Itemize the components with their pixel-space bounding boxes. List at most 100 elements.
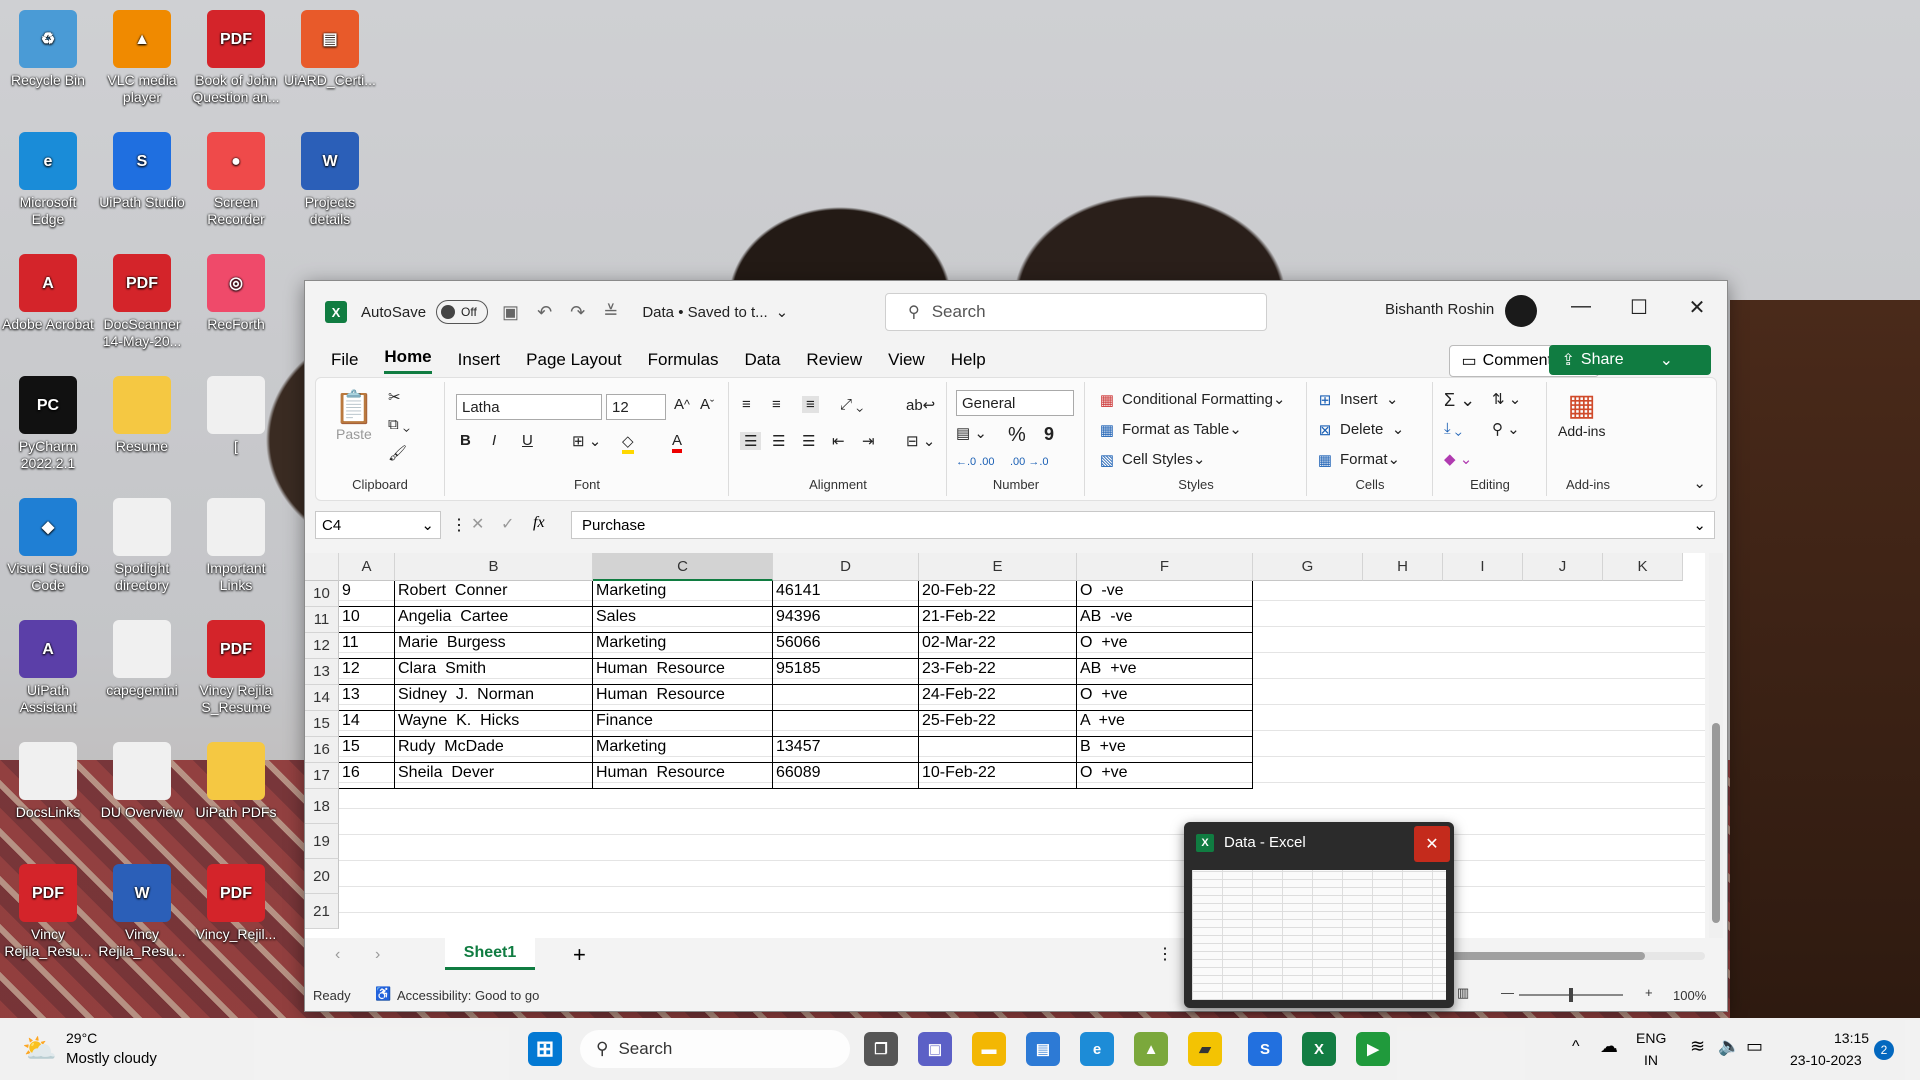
excel-taskbar-icon[interactable]: X [1302, 1032, 1336, 1066]
align-center-icon[interactable]: ☰ [772, 432, 785, 450]
addins-button[interactable]: ▦ Add-ins [1558, 388, 1605, 439]
format-painter-icon[interactable]: 🖌 [388, 444, 407, 462]
spreadsheet-grid[interactable]: A B C D E F G H I J K 10 9 Robert Conner Marketing 4614… [305, 553, 1705, 938]
desktop-icon[interactable]: e Microsoft Edge [2, 132, 94, 228]
start-icon[interactable]: ⊞ [528, 1032, 562, 1066]
undo-icon[interactable]: ↶ [537, 302, 552, 323]
language-bottom[interactable]: IN [1644, 1052, 1658, 1068]
paste-button[interactable]: 📋 Paste [334, 388, 374, 442]
decrease-decimal-button[interactable]: .00 →.0 [1010, 456, 1049, 468]
avatar[interactable] [1505, 295, 1537, 327]
table-cell[interactable] [773, 711, 919, 737]
table-cell[interactable]: 10-Feb-22 [919, 763, 1077, 789]
teams-icon[interactable]: ▣ [918, 1032, 952, 1066]
decrease-font-icon[interactable]: Aˇ [700, 396, 714, 413]
column-header[interactable]: D [773, 553, 919, 581]
show-hidden-icons[interactable]: ^ [1572, 1038, 1580, 1056]
table-cell[interactable]: 20-Feb-22 [919, 581, 1077, 607]
format-cells-button[interactable]: ▦ Format ⌄ [1316, 450, 1400, 470]
align-right-icon[interactable]: ☰ [802, 432, 815, 450]
format-as-table-button[interactable]: ▦ Format as Table ⌄ [1098, 420, 1242, 440]
percent-button[interactable]: % [1008, 424, 1026, 447]
desktop-icon[interactable]: [ [190, 376, 282, 455]
minimize-icon[interactable]: — [1561, 295, 1601, 318]
row-header[interactable]: 19 [305, 824, 339, 859]
align-middle-icon[interactable]: ≡ [772, 396, 781, 413]
column-header[interactable]: A [339, 553, 395, 581]
table-cell[interactable]: AB +ve [1077, 659, 1253, 685]
row-header[interactable]: 16 [305, 737, 339, 763]
table-cell[interactable]: O +ve [1077, 685, 1253, 711]
table-cell[interactable]: AB -ve [1077, 607, 1253, 633]
tab-review[interactable]: Review [806, 350, 862, 370]
zoom-level[interactable]: 100% [1673, 988, 1706, 1003]
tab-help[interactable]: Help [951, 350, 986, 370]
italic-button[interactable]: I [492, 432, 496, 449]
desktop-icon[interactable]: PDF Vincy Rejila S_Resume [190, 620, 282, 716]
row-header[interactable]: 13 [305, 659, 339, 685]
cut-icon[interactable]: ✂ [388, 388, 401, 406]
table-cell[interactable]: O +ve [1077, 763, 1253, 789]
wifi-icon[interactable]: ≋ [1690, 1036, 1705, 1057]
align-bottom-icon[interactable]: ≡ [802, 396, 819, 413]
media-player-icon[interactable]: ▶ [1356, 1032, 1390, 1066]
underline-button[interactable]: U [522, 432, 533, 449]
table-cell[interactable]: Clara Smith [395, 659, 593, 685]
comma-button[interactable]: 9 [1044, 424, 1054, 445]
table-cell[interactable]: O +ve [1077, 633, 1253, 659]
desktop-icon[interactable]: W Vincy Rejila_Resu... [96, 864, 188, 960]
sticky-notes-icon[interactable]: ▰ [1188, 1032, 1222, 1066]
align-top-icon[interactable]: ≡ [742, 396, 751, 413]
desktop-icon[interactable]: ♻ Recycle Bin [2, 10, 94, 89]
battery-icon[interactable]: ▭ [1746, 1036, 1763, 1057]
desktop-icon[interactable]: A UiPath Assistant [2, 620, 94, 716]
align-left-icon[interactable]: ☰ [740, 432, 762, 450]
table-cell[interactable]: 13457 [773, 737, 919, 763]
tab-formulas[interactable]: Formulas [648, 350, 719, 370]
redo-icon[interactable]: ↷ [570, 302, 585, 323]
weather-icon[interactable]: ⛅ [22, 1032, 57, 1065]
weather-desc[interactable]: Mostly cloudy [66, 1050, 157, 1067]
tab-insert[interactable]: Insert [458, 350, 501, 370]
bold-button[interactable]: B [460, 432, 471, 449]
page-layout-icon[interactable]: ▥ [1457, 985, 1469, 1001]
table-cell[interactable]: 16 [339, 763, 395, 789]
desktop-icon[interactable]: PC PyCharm 2022.2.1 [2, 376, 94, 472]
table-cell[interactable]: B +ve [1077, 737, 1253, 763]
desktop-icon[interactable]: Spotlight directory [96, 498, 188, 594]
table-cell[interactable]: Marketing [593, 737, 773, 763]
table-cell[interactable] [919, 737, 1077, 763]
notification-badge[interactable]: 2 [1874, 1040, 1894, 1060]
customize-qat-icon[interactable]: ≚ [603, 302, 618, 323]
vertical-scrollbar[interactable] [1709, 553, 1723, 938]
scroll-options-icon[interactable]: ⋮ [1157, 944, 1173, 964]
column-header[interactable]: G [1253, 553, 1363, 581]
column-header[interactable]: E [919, 553, 1077, 581]
task-view-icon[interactable]: ❐ [864, 1032, 898, 1066]
desktop-icon[interactable]: ◎ RecForth [190, 254, 282, 333]
name-box[interactable]: C4 ⌄ [315, 511, 441, 539]
table-cell[interactable]: 25-Feb-22 [919, 711, 1077, 737]
select-all-corner[interactable] [305, 553, 339, 581]
column-header[interactable]: I [1443, 553, 1523, 581]
orientation-icon[interactable]: ⤢ ⌄ [840, 396, 863, 413]
table-cell[interactable]: 21-Feb-22 [919, 607, 1077, 633]
table-cell[interactable]: Angelia Cartee [395, 607, 593, 633]
onedrive-icon[interactable]: ☁ [1600, 1036, 1618, 1057]
tab-file[interactable]: File [331, 350, 358, 370]
autosave-toggle[interactable]: Off [436, 300, 489, 324]
desktop-icon[interactable]: UiPath PDFs [190, 742, 282, 821]
desktop-icon[interactable]: PDF DocScanner 14-May-20... [96, 254, 188, 350]
desktop-icon[interactable]: ◆ Visual Studio Code [2, 498, 94, 594]
row-header[interactable]: 21 [305, 894, 339, 929]
table-cell[interactable]: 02-Mar-22 [919, 633, 1077, 659]
table-cell[interactable]: 15 [339, 737, 395, 763]
table-cell[interactable] [773, 685, 919, 711]
desktop-icon[interactable]: DocsLinks [2, 742, 94, 821]
column-header[interactable]: H [1363, 553, 1443, 581]
accessibility-icon[interactable]: ♿ [375, 986, 391, 1002]
column-header[interactable]: B [395, 553, 593, 581]
more-options-icon[interactable]: ⋮ [451, 515, 467, 535]
merge-center-icon[interactable]: ⊟ ⌄ [906, 432, 935, 450]
table-cell[interactable]: Wayne K. Hicks [395, 711, 593, 737]
